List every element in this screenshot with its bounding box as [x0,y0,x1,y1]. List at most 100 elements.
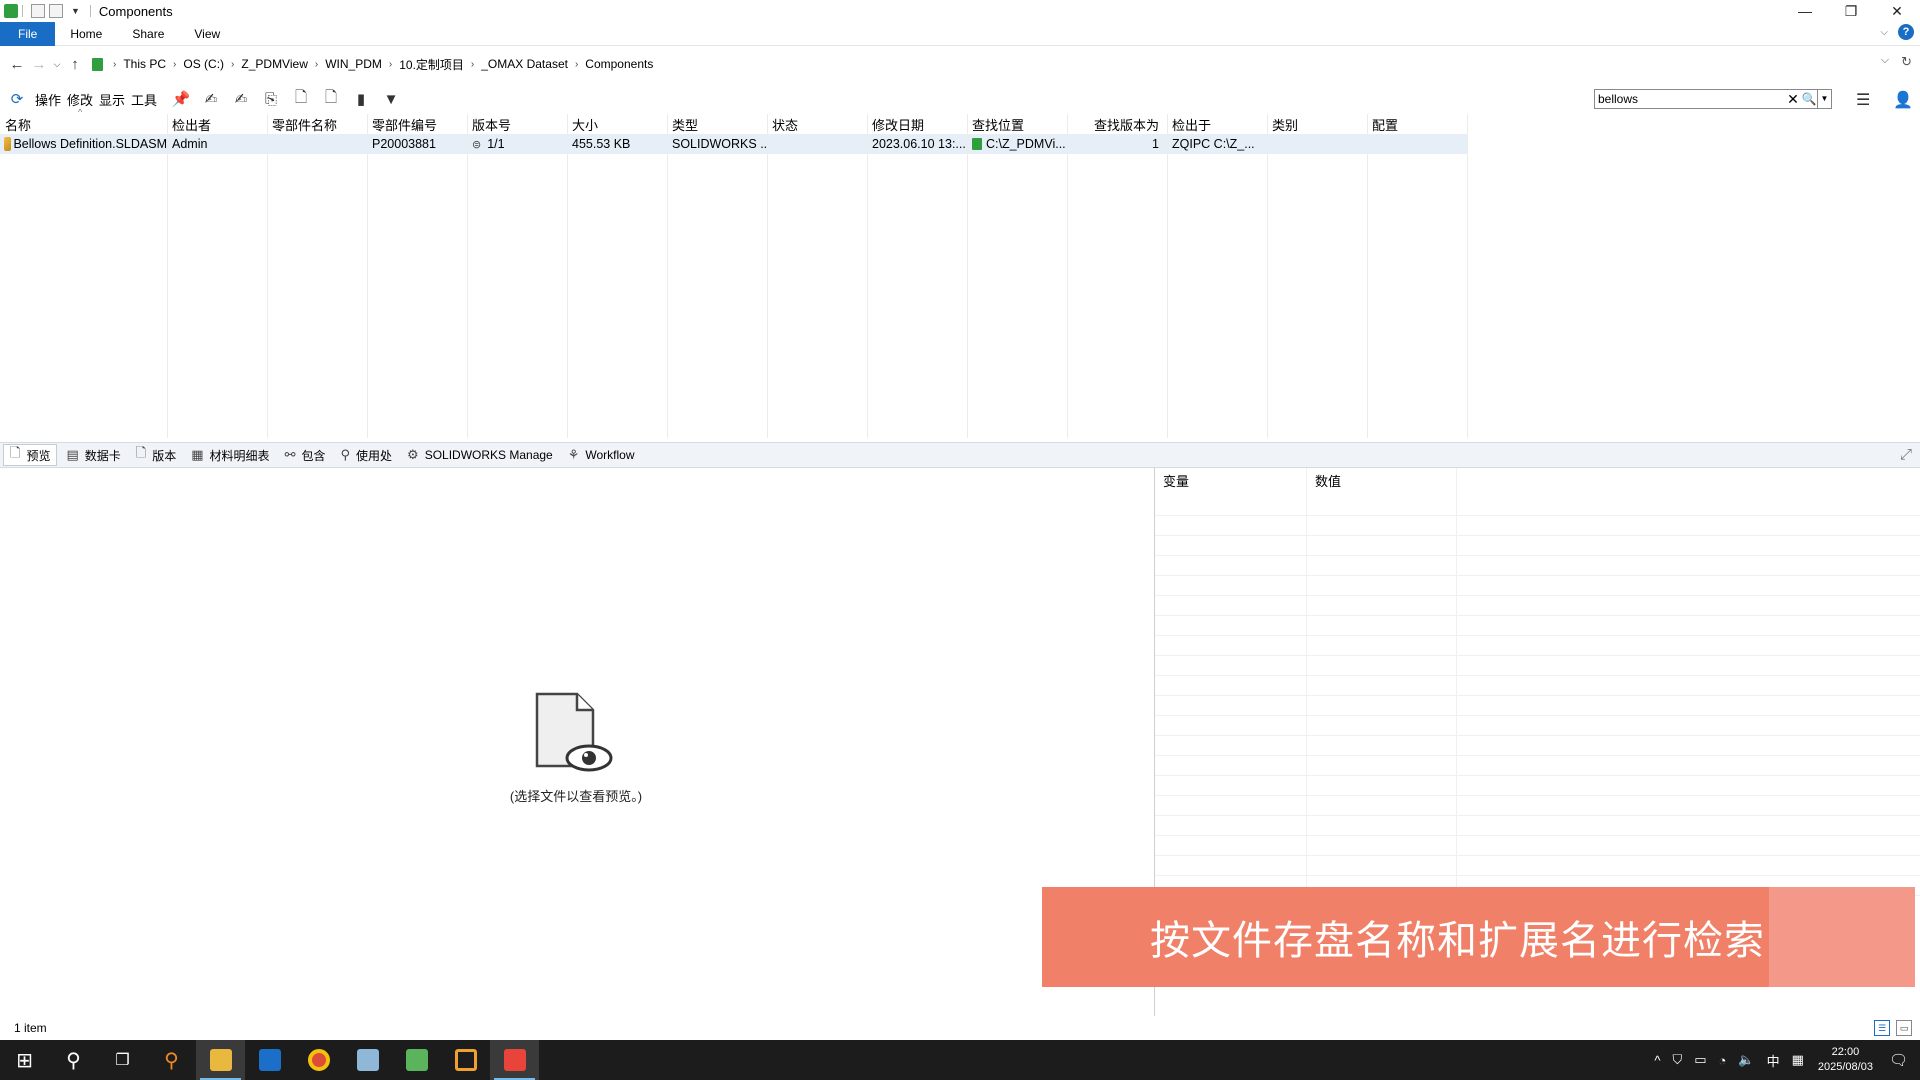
search-dropdown-icon[interactable]: ▼ [1817,90,1831,108]
check-out-icon[interactable]: ✍ [200,89,222,109]
more-dropdown-icon[interactable]: ▼ [380,89,402,109]
input-method-indicator[interactable]: 中 [1767,1051,1780,1070]
search-app-icon[interactable]: ⚲ [147,1040,196,1080]
check-in-icon[interactable]: ✍ [230,89,252,109]
column-header-variable[interactable]: 变量 [1155,468,1307,496]
breadcrumb-this-pc[interactable]: This PC [120,57,169,71]
minimize-button[interactable]: — [1782,0,1828,22]
back-arrow-icon[interactable]: ← [6,56,28,73]
refresh-pdm-icon[interactable]: ⟳ [6,89,28,109]
chevron-right-icon[interactable]: › [311,59,322,70]
column-header-category[interactable]: 类别 [1267,114,1367,134]
chevron-right-icon[interactable]: › [385,59,396,70]
column-header-value[interactable]: 数值 [1307,468,1457,496]
recent-dropdown-icon[interactable]: ⌵ [50,59,64,70]
up-arrow-icon[interactable]: ↑ [64,56,86,73]
address-dropdown-icon[interactable]: ⌵ [1881,54,1889,70]
help-icon[interactable]: ? [1898,24,1914,40]
start-windows-icon[interactable]: ⊞ [0,1040,49,1080]
menu-actions[interactable]: 操作 [35,90,61,109]
details-view-icon[interactable]: ☰ [1874,1020,1890,1036]
notification-icon[interactable]: 🗨 [1889,1051,1908,1069]
ribbon-expand-icon[interactable]: ⌵ [1880,27,1888,38]
column-header-type[interactable]: 类型 [667,114,767,134]
tab-workflow[interactable]: ⚘ Workflow [562,444,641,466]
notepad-icon[interactable] [392,1040,441,1080]
remote-desktop-icon[interactable] [441,1040,490,1080]
tab-share[interactable]: Share [117,22,179,46]
breadcrumb-z-pdmview[interactable]: Z_PDMView [238,57,310,71]
breadcrumb-custom-projects[interactable]: 10.定制项目 [396,56,467,73]
tab-home[interactable]: Home [55,22,117,46]
column-header-checked-out-on[interactable]: 检出于 [1167,114,1267,134]
tab-datacard[interactable]: ▤ 数据卡 [60,444,126,466]
tab-preview[interactable]: 🗋 预览 [3,444,58,466]
breadcrumb-omax-dataset[interactable]: _OMAX Dataset [478,57,571,71]
undo-checkout-icon[interactable]: 🗋 [320,89,342,109]
pin-icon[interactable]: 📌 [170,89,192,109]
breadcrumb[interactable]: › This PC › OS (C:) › Z_PDMView › WIN_PD… [90,53,1920,75]
tab-file[interactable]: File [0,21,56,46]
large-icons-view-icon[interactable]: ▭ [1896,1020,1912,1036]
task-view-icon[interactable]: ❐ [98,1040,147,1080]
chrome-icon[interactable] [294,1040,343,1080]
file-explorer-icon[interactable] [196,1040,245,1080]
shield-icon[interactable]: ⛉ [1672,1052,1682,1068]
tab-solidworks-manage[interactable]: ⚙ SOLIDWORKS Manage [401,444,559,466]
chevron-right-icon[interactable]: › [467,59,478,70]
clock[interactable]: 22:00 2025/08/03 [1818,1045,1873,1075]
close-button[interactable]: ✕ [1874,0,1920,22]
restore-button[interactable]: ❐ [1828,0,1874,22]
forward-arrow-icon[interactable]: → [28,56,50,73]
column-header-state[interactable]: 状态 [767,114,867,134]
breadcrumb-os-c[interactable]: OS (C:) [180,57,227,71]
clear-search-icon[interactable]: ✕ [1785,91,1801,108]
column-header-modified[interactable]: 修改日期 [867,114,967,134]
column-header-part-number[interactable]: 零部件编号 [367,114,467,134]
tab-bom[interactable]: ▦ 材料明细表 [185,444,275,466]
menu-display[interactable]: 显示 [99,90,125,109]
volume-icon[interactable]: 🔈 [1738,1052,1754,1068]
user-icon[interactable]: 👤 [1893,90,1913,110]
chevron-right-icon[interactable]: › [169,59,180,70]
table-row[interactable]: Bellows Definition.SLDASM Admin P2000388… [0,134,1468,154]
refresh-icon[interactable]: ↻ [1901,54,1912,70]
battery-icon[interactable]: ▭ [1694,1052,1706,1068]
tab-versions[interactable]: 🗋 版本 [130,444,182,466]
tab-contains[interactable]: ⚯ 包含 [279,444,332,466]
breadcrumb-win-pdm[interactable]: WIN_PDM [322,57,385,71]
tab-where-used[interactable]: ⚲ 使用处 [334,444,398,466]
search-input[interactable] [1595,90,1785,108]
chevron-right-icon[interactable]: › [227,59,238,70]
search-icon[interactable]: 🔍 [1801,92,1817,106]
column-header-size[interactable]: 大小 [567,114,667,134]
search-icon[interactable]: ⚲ [49,1040,98,1080]
column-header-found-in[interactable]: 查找位置 [967,114,1067,134]
chevron-up-icon[interactable]: ^ [1654,1053,1660,1068]
column-header-checked-out-by[interactable]: 检出者 [167,114,267,134]
quick-access-dropdown-icon[interactable]: ▼ [71,6,80,16]
column-header-name[interactable]: 名称 [0,114,167,134]
chevron-right-icon[interactable]: › [571,59,582,70]
properties-icon[interactable] [31,4,45,18]
cell-name[interactable]: Bellows Definition.SLDASM [0,134,167,154]
menu-tools[interactable]: 工具 [131,90,157,109]
column-header-found-version[interactable]: 查找版本为 [1067,114,1167,134]
book-icon[interactable]: ▮ [350,89,372,109]
keyboard-icon[interactable]: ▦ [1792,1052,1804,1068]
column-header-version[interactable]: 版本号 [467,114,567,134]
tab-view[interactable]: View [179,22,235,46]
column-header-configuration[interactable]: 配置 [1367,114,1467,134]
app-icon[interactable] [343,1040,392,1080]
get-latest-icon[interactable]: ⎘ [260,89,282,109]
chevron-right-icon[interactable]: › [109,59,120,70]
outlook-icon[interactable] [245,1040,294,1080]
expand-panel-icon[interactable]: ⤢ [1900,446,1912,463]
search-options-icon[interactable]: ☰ [1856,90,1870,110]
menu-modify[interactable]: 修改 [67,90,93,109]
new-folder-icon[interactable] [49,4,63,18]
get-version-icon[interactable]: 🗋 [290,89,312,109]
wifi-icon[interactable]: ◔ [1719,1053,1727,1068]
column-header-part-name[interactable]: 零部件名称 [267,114,367,134]
recorder-app-icon[interactable] [490,1040,539,1080]
